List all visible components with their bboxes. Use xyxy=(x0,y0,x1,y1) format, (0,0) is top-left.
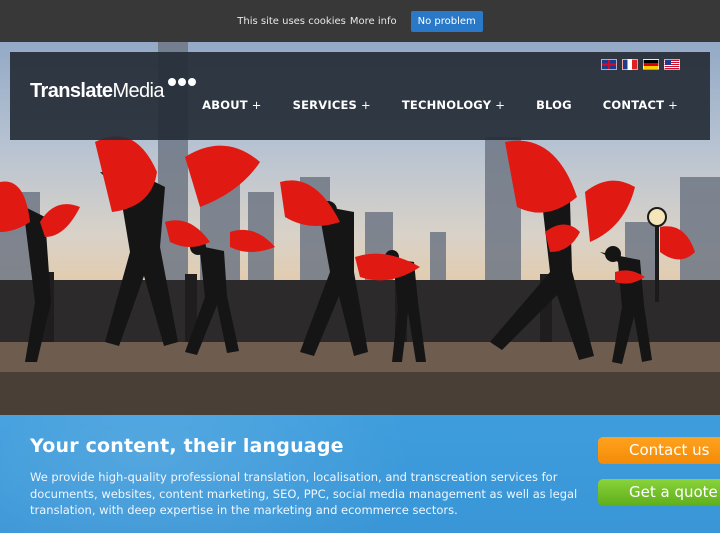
more-info-link[interactable]: More info xyxy=(350,16,397,27)
page-bottom-strip xyxy=(0,533,720,540)
language-selector xyxy=(601,59,680,70)
logo-dots-icon xyxy=(168,78,196,86)
nav-item-technology[interactable]: TECHNOLOGY + xyxy=(402,98,505,112)
site-header: TranslateMedia ABOUT + SERVICES + TECHNOLO… xyxy=(10,52,710,140)
get-a-quote-button[interactable]: Get a quote xyxy=(598,479,720,506)
logo-text: TranslateMedia xyxy=(30,80,165,102)
cookie-message: This site uses cookies xyxy=(237,15,346,27)
no-problem-button[interactable]: No problem xyxy=(410,10,483,32)
intro-band: Your content, their language We provide … xyxy=(0,415,720,533)
contact-us-button[interactable]: Contact us xyxy=(598,437,720,464)
nav-item-contact[interactable]: CONTACT + xyxy=(603,98,678,112)
intro-title: Your content, their language xyxy=(30,435,344,457)
nav-item-services[interactable]: SERVICES + xyxy=(293,98,371,112)
main-nav: ABOUT + SERVICES + TECHNOLOGY + BLOG CONTAC… xyxy=(171,98,678,112)
france-flag-icon[interactable] xyxy=(622,59,638,70)
usa-flag-icon[interactable] xyxy=(664,59,680,70)
intro-text: We provide high-quality professional tra… xyxy=(30,470,578,517)
uk-flag-icon[interactable] xyxy=(601,59,617,70)
nav-item-about[interactable]: ABOUT + xyxy=(202,98,261,112)
nav-item-blog[interactable]: BLOG xyxy=(536,98,572,112)
germany-flag-icon[interactable] xyxy=(643,59,659,70)
cookie-bar: This site uses cookies More info No prob… xyxy=(0,0,720,42)
translatemedia-logo[interactable]: TranslateMedia xyxy=(30,78,196,110)
